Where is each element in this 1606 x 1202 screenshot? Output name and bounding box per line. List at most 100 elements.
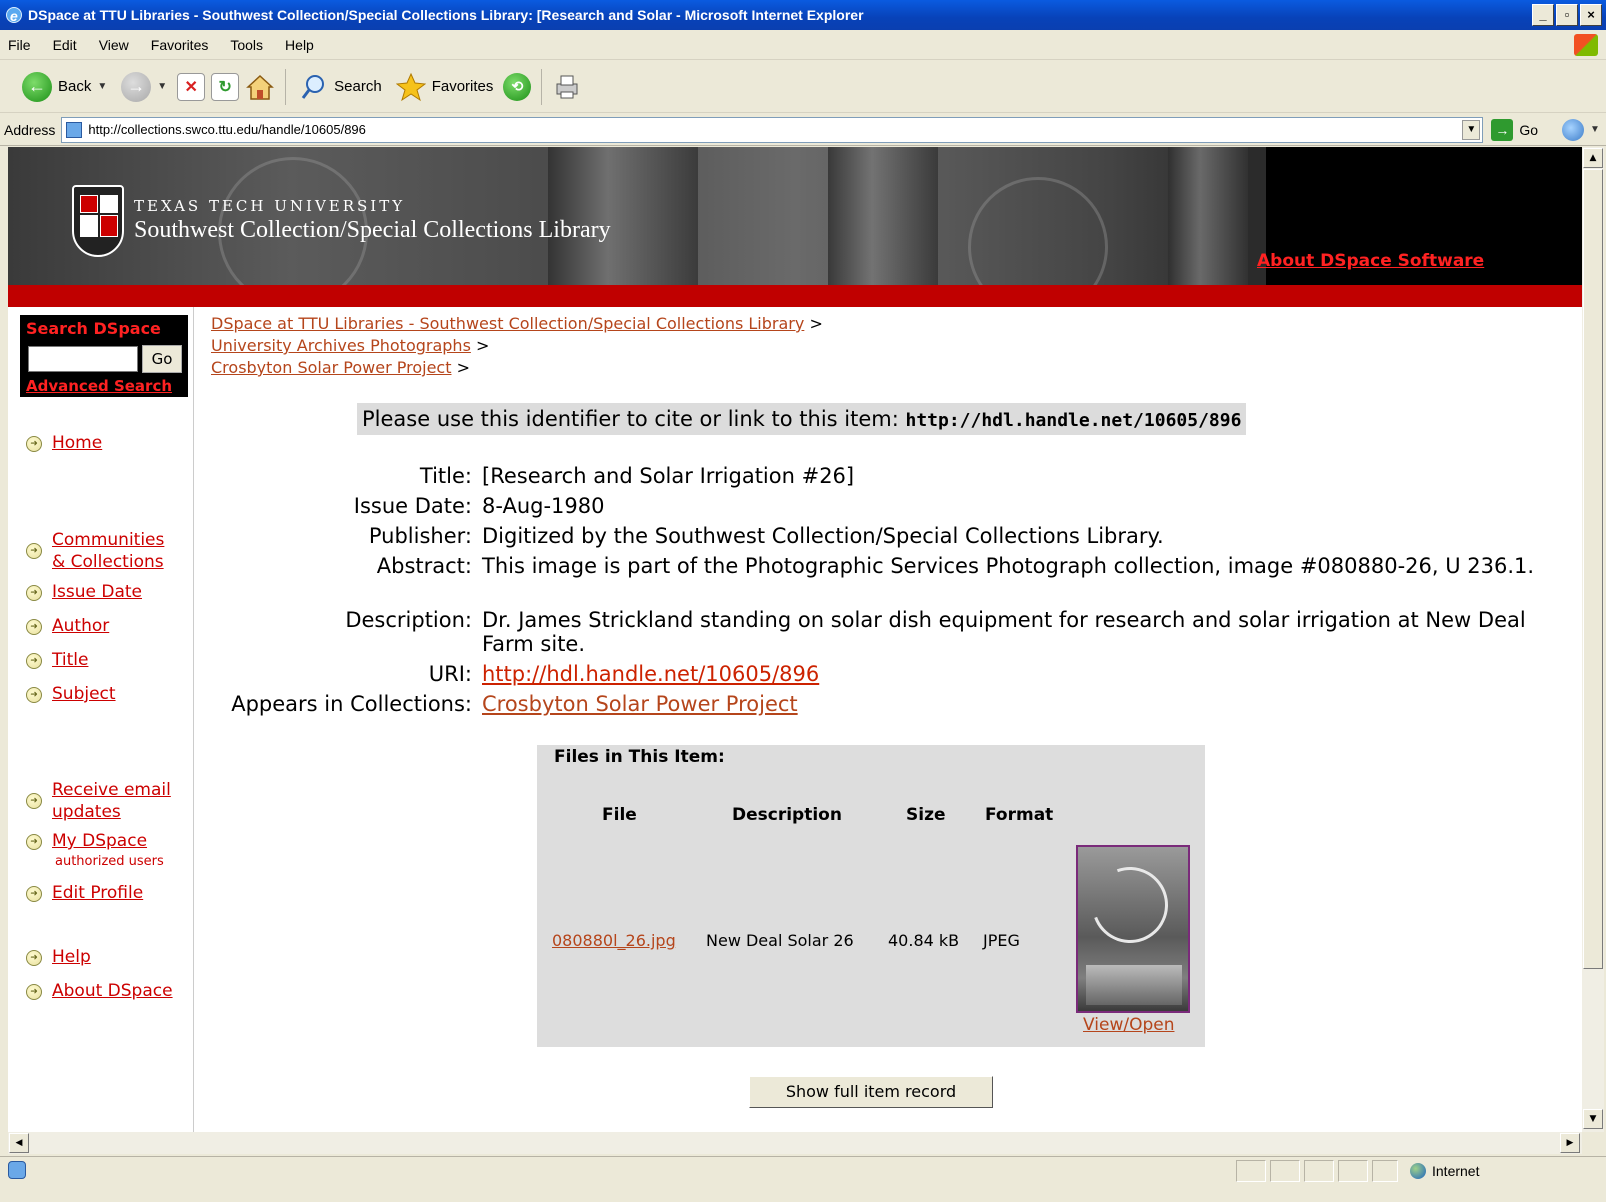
- history-icon[interactable]: ⟲: [503, 72, 532, 101]
- meta-key: Abstract:: [376, 554, 472, 578]
- links-icon[interactable]: [1562, 118, 1585, 141]
- search-dspace-label: Search DSpace: [26, 319, 161, 338]
- maximize-button[interactable]: ▫: [1556, 4, 1578, 26]
- sidebar-item-my-dspace[interactable]: ➜ My DSpace: [26, 831, 147, 851]
- chevron-down-icon[interactable]: ▼: [1462, 119, 1481, 140]
- sidebar-item-title[interactable]: ➜ Title: [26, 650, 88, 670]
- sidebar-item-receive-email[interactable]: ➜ Receive email updates: [26, 779, 171, 823]
- scroll-down-icon[interactable]: ▼: [1583, 1109, 1603, 1129]
- arrow-bullet-icon: ➜: [26, 436, 42, 452]
- red-divider: [8, 285, 1582, 307]
- browser-window: DSpace at TTU Libraries - Southwest Coll…: [0, 0, 1606, 1202]
- sidebar-link[interactable]: Receive email: [52, 780, 171, 800]
- go-arrow-icon: →: [1491, 118, 1514, 141]
- refresh-icon[interactable]: ↻: [211, 72, 240, 101]
- sidebar-item-author[interactable]: ➜ Author: [26, 616, 109, 636]
- horizontal-scrollbar[interactable]: ◀ ▶: [8, 1132, 1582, 1154]
- file-size: 40.84 kB: [888, 931, 960, 950]
- breadcrumb-link[interactable]: Crosbyton Solar Power Project: [211, 358, 452, 377]
- back-button[interactable]: ← Back ▼: [18, 67, 111, 107]
- sidebar-item-communities[interactable]: ➜ Communities & Collections: [26, 529, 164, 573]
- about-dspace-software-link[interactable]: About DSpace Software: [1257, 251, 1484, 271]
- collection-link[interactable]: Crosbyton Solar Power Project: [482, 692, 798, 716]
- sidebar-link[interactable]: & Collections: [52, 552, 164, 572]
- sidebar-item-home[interactable]: ➜ Home: [26, 433, 102, 453]
- ie-icon: [6, 1, 22, 31]
- favorites-button[interactable]: Favorites: [392, 67, 498, 107]
- arrow-bullet-icon: ➜: [26, 585, 42, 601]
- print-icon[interactable]: [552, 72, 582, 102]
- scroll-up-icon[interactable]: ▲: [1583, 148, 1603, 168]
- sidebar-link[interactable]: Help: [52, 947, 91, 967]
- sidebar-link[interactable]: Subject: [52, 684, 116, 704]
- file-link[interactable]: 080880l_26.jpg: [552, 931, 676, 950]
- sidebar-link[interactable]: My DSpace: [52, 831, 147, 851]
- toolbar: ← Back ▼ → ▼ ✕ ↻ Search Favorites ⟲: [0, 61, 1606, 113]
- sidebar-link[interactable]: Communities: [52, 530, 164, 550]
- zone-label: Internet: [1432, 1163, 1480, 1179]
- search-icon: [301, 74, 325, 99]
- sidebar-item-help[interactable]: ➜ Help: [26, 947, 91, 967]
- address-input[interactable]: http://collections.swco.ttu.edu/handle/1…: [61, 116, 1484, 143]
- forward-button[interactable]: → ▼: [117, 67, 171, 107]
- arrow-bullet-icon: ➜: [26, 653, 42, 669]
- menu-tools[interactable]: Tools: [230, 37, 263, 53]
- sidebar-link[interactable]: About DSpace: [52, 981, 173, 1001]
- chevron-down-icon[interactable]: ▼: [1590, 124, 1600, 135]
- search-button[interactable]: Search: [296, 67, 386, 107]
- back-label: Back: [58, 78, 92, 95]
- show-full-record-button[interactable]: Show full item record: [749, 1076, 993, 1108]
- close-button[interactable]: ×: [1580, 4, 1602, 26]
- banner-pillar: [1168, 147, 1248, 285]
- meta-value: Dr. James Strickland standing on solar d…: [482, 608, 1526, 656]
- uri-link[interactable]: http://hdl.handle.net/10605/896: [482, 662, 819, 686]
- vertical-scrollbar[interactable]: ▲ ▼: [1582, 147, 1604, 1132]
- banner-ornament: [968, 177, 1108, 285]
- go-button[interactable]: → Go: [1491, 118, 1539, 141]
- identifier-text: Please use this identifier to cite or li…: [362, 407, 899, 431]
- security-zone: Internet: [1402, 1160, 1479, 1182]
- arrow-bullet-icon: ➜: [26, 619, 42, 635]
- sidebar-item-issue-date[interactable]: ➜ Issue Date: [26, 582, 142, 602]
- menu-help[interactable]: Help: [285, 37, 314, 53]
- scroll-thumb[interactable]: [1583, 169, 1603, 969]
- stop-icon[interactable]: ✕: [177, 72, 206, 101]
- sidebar-link[interactable]: Author: [52, 616, 109, 636]
- sidebar-link[interactable]: Issue Date: [52, 582, 142, 602]
- meta-value: [Research and Solar Irrigation #26]: [482, 464, 855, 488]
- sidebar-item-edit-profile[interactable]: ➜ Edit Profile: [26, 883, 143, 903]
- meta-key: Appears in Collections:: [231, 692, 472, 716]
- toolbar-separator: [285, 68, 287, 105]
- file-thumbnail[interactable]: [1076, 845, 1190, 1013]
- sidebar-link[interactable]: Title: [52, 650, 88, 670]
- status-bar: Internet: [0, 1156, 1606, 1202]
- view-open-link[interactable]: View/Open: [1083, 1015, 1174, 1035]
- scroll-left-icon[interactable]: ◀: [9, 1133, 29, 1153]
- sidebar-link[interactable]: Home: [52, 433, 102, 453]
- menu-bar: File Edit View Favorites Tools Help: [0, 30, 1606, 60]
- minimize-button[interactable]: _: [1532, 4, 1554, 26]
- breadcrumb-link[interactable]: University Archives Photographs: [211, 336, 471, 355]
- meta-value: This image is part of the Photographic S…: [482, 554, 1535, 578]
- menu-file[interactable]: File: [8, 37, 31, 53]
- search-go-button[interactable]: Go: [142, 345, 182, 373]
- sidebar-link[interactable]: Edit Profile: [52, 883, 143, 903]
- arrow-bullet-icon: ➜: [26, 834, 42, 850]
- breadcrumb-link[interactable]: DSpace at TTU Libraries - Southwest Coll…: [211, 314, 804, 333]
- sidebar-item-subject[interactable]: ➜ Subject: [26, 684, 116, 704]
- advanced-search-link[interactable]: Advanced Search: [26, 377, 172, 395]
- arrow-bullet-icon: ➜: [26, 984, 42, 1000]
- menu-edit[interactable]: Edit: [53, 37, 77, 53]
- toolbar-separator: [541, 68, 543, 105]
- address-label: Address: [4, 121, 56, 138]
- menu-favorites[interactable]: Favorites: [151, 37, 209, 53]
- breadcrumb-separator: >: [456, 358, 470, 377]
- sidebar-item-about-dspace[interactable]: ➜ About DSpace: [26, 981, 173, 1001]
- search-input[interactable]: [28, 346, 138, 372]
- go-label: Go: [1519, 121, 1539, 138]
- arrow-bullet-icon: ➜: [26, 543, 42, 559]
- menu-view[interactable]: View: [99, 37, 129, 53]
- sidebar-link[interactable]: updates: [52, 802, 121, 822]
- home-icon[interactable]: [245, 73, 275, 101]
- scroll-right-icon[interactable]: ▶: [1560, 1133, 1580, 1153]
